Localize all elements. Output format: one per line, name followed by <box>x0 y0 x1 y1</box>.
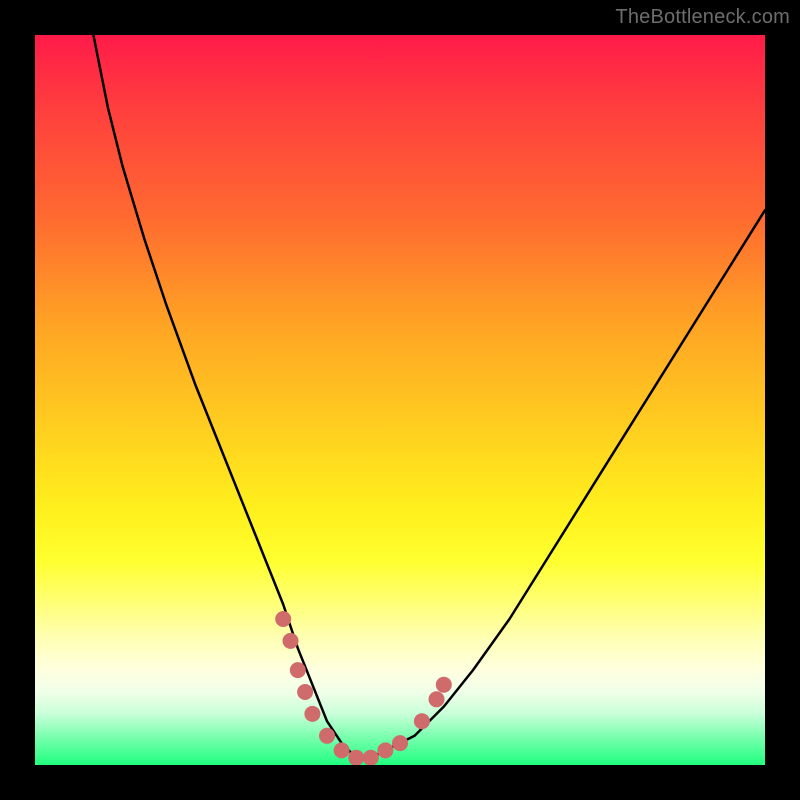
curve-marker <box>392 735 408 751</box>
chart-frame: TheBottleneck.com <box>0 0 800 800</box>
curve-marker <box>348 750 364 765</box>
curve-path <box>93 35 765 758</box>
curve-marker <box>304 706 320 722</box>
curve-marker <box>377 742 393 758</box>
curve-marker <box>275 611 291 627</box>
curve-marker <box>363 750 379 765</box>
plot-area <box>35 35 765 765</box>
curve-marker <box>290 662 306 678</box>
bottleneck-curve <box>35 35 765 765</box>
curve-marker <box>283 633 299 649</box>
curve-marker <box>436 677 452 693</box>
curve-marker <box>297 684 313 700</box>
curve-marker <box>429 691 445 707</box>
curve-marker <box>414 713 430 729</box>
watermark-text: TheBottleneck.com <box>615 6 790 29</box>
curve-marker <box>319 728 335 744</box>
curve-marker <box>334 742 350 758</box>
